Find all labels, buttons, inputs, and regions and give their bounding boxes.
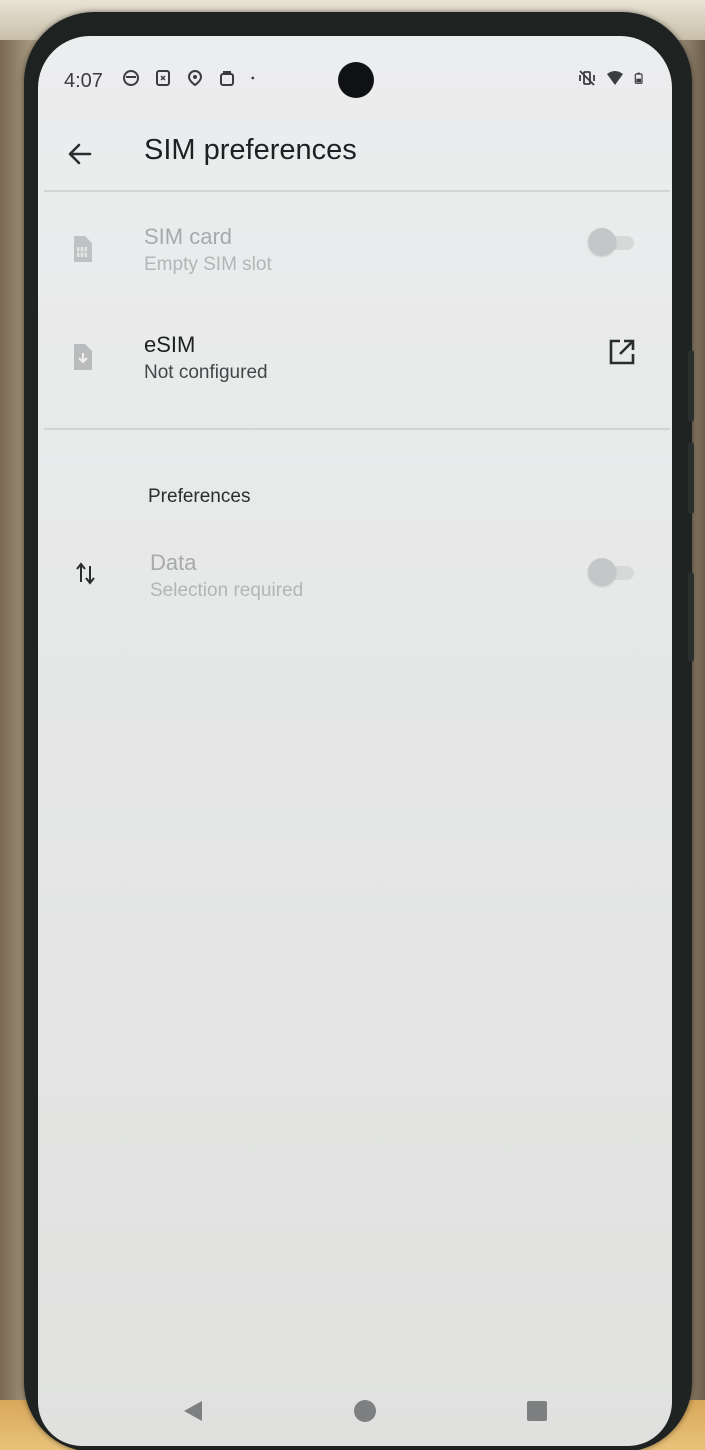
section-divider — [44, 428, 670, 430]
data-subtitle: Selection required — [150, 580, 304, 601]
notification-icon-4 — [220, 71, 234, 86]
sim-card-icon — [74, 236, 92, 262]
status-time: 4:07 — [64, 70, 103, 92]
page-title: SIM preferences — [144, 134, 357, 166]
app-bar: SIM preferences — [38, 116, 672, 192]
data-title: Data — [150, 550, 197, 575]
toggle-thumb — [588, 558, 616, 586]
preferences-header: Preferences — [148, 486, 251, 507]
back-triangle-icon[interactable] — [180, 1398, 206, 1424]
sim-card-subtitle: Empty SIM slot — [144, 254, 272, 275]
screen: 4:07 SIM preferences SIM card Empty SIM … — [38, 36, 672, 1446]
status-bar: 4:07 — [38, 36, 672, 116]
header-divider — [44, 190, 670, 192]
recents-square-icon[interactable] — [524, 1398, 550, 1424]
toggle-thumb — [588, 228, 616, 256]
esim-row[interactable]: eSIM Not configured — [38, 306, 672, 410]
sim-card-row[interactable]: SIM card Empty SIM slot — [38, 196, 672, 298]
notification-icon-2 — [156, 70, 170, 86]
status-notification-icons — [122, 69, 260, 87]
home-circle-icon[interactable] — [352, 1398, 378, 1424]
notification-icon-1 — [123, 70, 139, 86]
power-button — [688, 572, 694, 662]
front-camera — [338, 62, 374, 98]
esim-subtitle: Not configured — [144, 362, 268, 383]
esim-download-icon — [74, 344, 92, 370]
volume-button — [688, 350, 694, 422]
arrow-back-icon — [68, 143, 92, 165]
sim-card-title: SIM card — [144, 224, 233, 249]
battery-icon — [634, 72, 643, 84]
volume-button-2 — [688, 442, 694, 514]
vibrate-off-icon — [579, 70, 595, 86]
data-toggle[interactable] — [588, 558, 634, 586]
wifi-icon — [607, 71, 623, 85]
more-notifications-dot-icon — [251, 76, 255, 80]
navigation-bar — [38, 1386, 672, 1436]
back-button[interactable] — [60, 134, 100, 174]
status-system-icons — [578, 69, 646, 87]
sim-card-toggle[interactable] — [588, 228, 634, 256]
esim-title: eSIM — [144, 332, 196, 357]
data-row[interactable]: Data Selection required — [38, 526, 672, 626]
notification-icon-3 — [187, 69, 203, 87]
open-external-icon[interactable] — [606, 336, 638, 368]
swap-vert-icon — [76, 562, 95, 585]
